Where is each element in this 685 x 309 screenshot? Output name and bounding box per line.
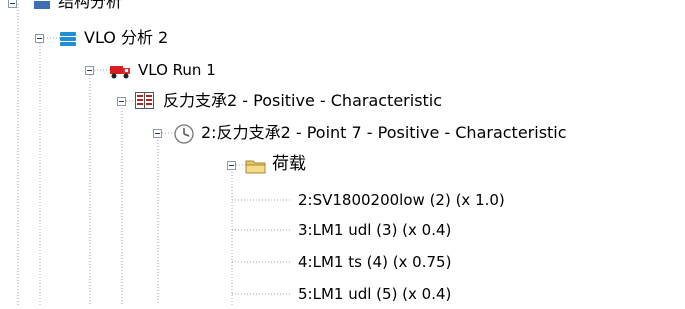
collapse-toggle[interactable] [85,66,94,75]
report-icon [135,92,155,114]
folder-icon [245,158,267,178]
point-label: 2:反力支承2 - Point 7 - Positive - Character… [201,123,567,142]
list-item[interactable]: 3:LM1 udl (3) (x 0.4) [298,215,451,245]
list-item[interactable]: 2:SV1800200low (2) (x 1.0) [298,185,505,215]
list-item[interactable]: 4:LM1 ts (4) (x 0.75) [298,247,451,277]
clock-icon [173,123,195,149]
collapse-toggle[interactable] [227,161,236,170]
load-item-label: 5:LM1 udl (5) (x 0.4) [298,285,452,303]
loads-label: 荷载 [272,154,306,174]
result-label: 反力支承2 - Positive - Characteristic [163,91,443,110]
load-item-label: 2:SV1800200low (2) (x 1.0) [298,191,505,209]
root-label: 结构分析 [58,0,123,11]
root-icon [34,0,50,15]
stack-icon [59,31,77,51]
load-item-label: 4:LM1 ts (4) (x 0.75) [298,253,452,271]
analysis-label: VLO 分析 2 [84,28,169,47]
collapse-toggle[interactable] [8,0,17,8]
collapse-toggle[interactable] [153,129,162,138]
truck-icon [110,62,132,84]
load-item-label: 3:LM1 udl (3) (x 0.4) [298,221,452,239]
collapse-toggle[interactable] [117,97,126,106]
run-label: VLO Run 1 [138,61,216,79]
collapse-toggle[interactable] [35,34,44,43]
